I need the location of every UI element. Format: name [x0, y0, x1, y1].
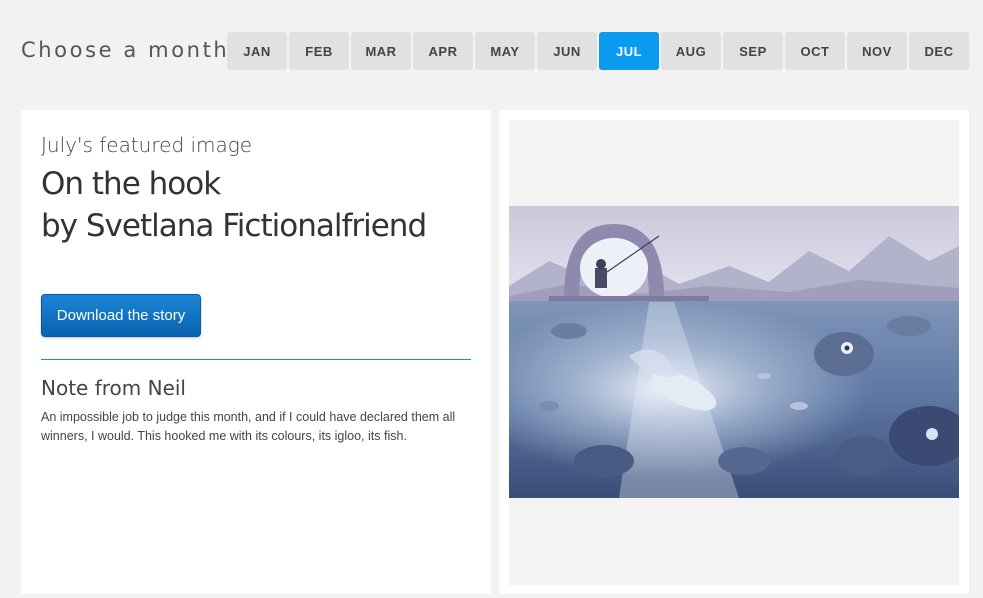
- note-heading: Note from Neil: [41, 376, 186, 400]
- featured-image-panel: [499, 110, 969, 594]
- month-selector-bar: Choose a month JAN FEB MAR APR MAY JUN J…: [0, 0, 983, 100]
- featured-info-panel: July's featured image On the hook by Sve…: [21, 110, 491, 594]
- month-tab-may[interactable]: MAY: [475, 32, 535, 70]
- featured-title-name: On the hook: [41, 166, 221, 202]
- featured-title: On the hook by Svetlana Fictionalfriend: [41, 163, 481, 247]
- month-tab-mar[interactable]: MAR: [351, 32, 411, 70]
- featured-subtitle: July's featured image: [41, 133, 253, 157]
- section-divider: [41, 359, 471, 360]
- month-tab-jul[interactable]: JUL: [599, 32, 659, 70]
- month-tab-sep[interactable]: SEP: [723, 32, 783, 70]
- month-tab-nov[interactable]: NOV: [847, 32, 907, 70]
- month-tab-dec[interactable]: DEC: [909, 32, 969, 70]
- download-story-button[interactable]: Download the story: [41, 294, 201, 337]
- choose-month-label: Choose a month: [21, 38, 230, 62]
- month-tabs: JAN FEB MAR APR MAY JUN JUL AUG SEP OCT …: [227, 32, 971, 70]
- featured-artwork-image[interactable]: [509, 206, 959, 498]
- month-tab-aug[interactable]: AUG: [661, 32, 721, 70]
- image-frame: [509, 120, 959, 585]
- month-tab-jun[interactable]: JUN: [537, 32, 597, 70]
- note-body: An impossible job to judge this month, a…: [41, 410, 456, 443]
- month-tab-feb[interactable]: FEB: [289, 32, 349, 70]
- month-tab-oct[interactable]: OCT: [785, 32, 845, 70]
- month-tab-jan[interactable]: JAN: [227, 32, 287, 70]
- month-tab-apr[interactable]: APR: [413, 32, 473, 70]
- featured-title-author: by Svetlana Fictionalfriend: [41, 208, 427, 244]
